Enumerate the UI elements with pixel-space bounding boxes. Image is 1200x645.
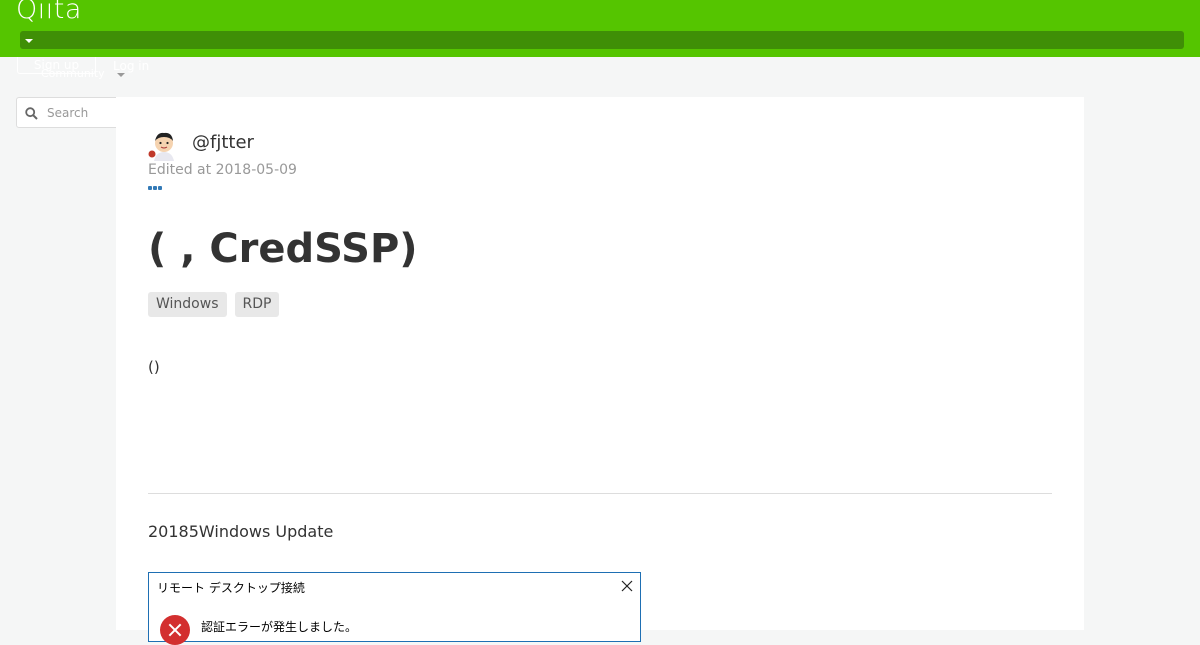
dot <box>158 186 162 190</box>
edited-date: Edited at 2018-05-09 <box>148 162 297 178</box>
close-icon <box>621 580 633 592</box>
dialog-message: 認証エラーが発生しました。 <box>201 620 358 634</box>
body-paragraph: 20185Windows Update <box>148 522 334 541</box>
dialog-title: リモート デスクトップ接続 <box>157 581 305 595</box>
qiita-logo[interactable]: Qiita <box>16 0 82 25</box>
author-avatar[interactable] <box>148 129 180 161</box>
login-link[interactable]: Log in <box>113 59 149 73</box>
tag-windows[interactable]: Windows <box>148 292 227 317</box>
caret-down-icon <box>25 39 33 43</box>
article-title: ( , CredSSP) <box>148 226 418 272</box>
search-icon <box>25 107 38 120</box>
rdp-error-screenshot: リモート デスクトップ接続 認証エラーが発生しました。 <box>148 572 641 645</box>
dot <box>153 186 157 190</box>
tag-list: Windows RDP <box>148 292 280 317</box>
more-options-icon[interactable] <box>148 186 162 192</box>
error-icon <box>160 615 190 645</box>
community-menu[interactable]: Community <box>41 67 105 80</box>
divider <box>148 493 1052 494</box>
intro-text: () <box>148 358 160 376</box>
author-username[interactable]: @fjtter <box>192 132 254 153</box>
dot <box>148 186 152 190</box>
community-caret-icon[interactable] <box>117 73 125 77</box>
tag-rdp[interactable]: RDP <box>234 292 280 317</box>
site-header: Qiita <box>0 0 1200 57</box>
menu-dropdown-bar[interactable] <box>20 31 1184 49</box>
